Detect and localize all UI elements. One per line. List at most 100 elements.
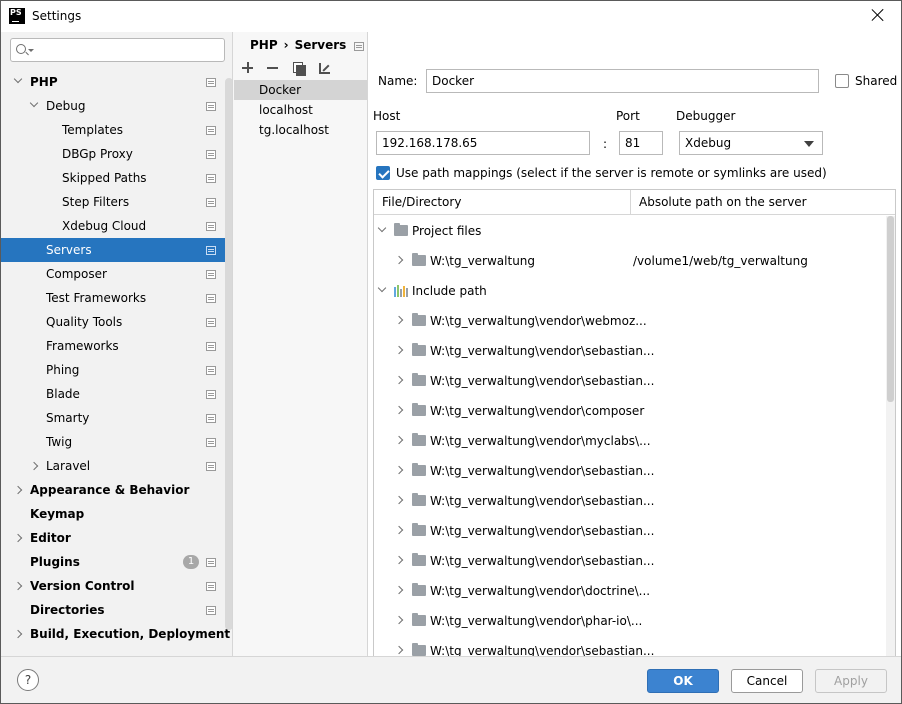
chevron-right-icon[interactable] [394, 435, 404, 445]
chevron-down-icon[interactable] [377, 283, 387, 293]
sidebar-item-keymap[interactable]: Keymap [1, 502, 232, 526]
sidebar-item-label: Test Frameworks [46, 291, 147, 305]
server-item-docker[interactable]: Docker [234, 80, 367, 100]
mapping-row[interactable]: W:\tg_verwaltung\vendor\sebastian... [374, 336, 884, 366]
sidebar-item-xdebug-cloud[interactable]: Xdebug Cloud [1, 214, 232, 238]
close-icon[interactable] [871, 8, 885, 22]
chevron-right-icon[interactable] [394, 315, 404, 325]
add-server-icon[interactable] [240, 60, 256, 76]
chevron-right-icon[interactable] [13, 581, 23, 591]
chevron-right-icon[interactable] [29, 461, 39, 471]
sidebar-item-directories[interactable]: Directories [1, 598, 232, 622]
sidebar-item-step-filters[interactable]: Step Filters [1, 190, 232, 214]
import-server-icon[interactable] [317, 60, 333, 76]
mapping-server-path[interactable]: /volume1/web/tg_verwaltung [633, 246, 808, 276]
chevron-right-icon[interactable] [394, 555, 404, 565]
chevron-right-icon[interactable] [394, 615, 404, 625]
mapping-group-row[interactable]: Include path [374, 276, 884, 306]
chevron-right-icon[interactable] [394, 405, 404, 415]
mapping-row[interactable]: W:\tg_verwaltung\vendor\sebastian... [374, 456, 884, 486]
copy-server-icon[interactable] [291, 60, 307, 76]
breadcrumb: PHP › Servers [250, 38, 346, 52]
sidebar-item-debug[interactable]: Debug [1, 94, 232, 118]
mapping-row[interactable]: W:\tg_verwaltung\vendor\sebastian... [374, 486, 884, 516]
server-name-input[interactable]: Docker [426, 69, 819, 93]
apply-button[interactable]: Apply [815, 669, 887, 693]
settings-search-input[interactable] [10, 38, 225, 62]
chevron-right-icon[interactable] [394, 525, 404, 535]
chevron-right-icon[interactable] [394, 465, 404, 475]
phpstorm-logo-icon: PS [9, 8, 25, 24]
chevron-down-icon[interactable] [13, 74, 23, 84]
sidebar-item-composer[interactable]: Composer [1, 262, 232, 286]
sidebar-item-build-execution-deployment[interactable]: Build, Execution, Deployment [1, 622, 232, 646]
chevron-right-icon[interactable] [394, 255, 404, 265]
shared-checkbox[interactable] [835, 74, 849, 88]
sidebar-item-php[interactable]: PHP [1, 70, 232, 94]
remove-server-icon[interactable] [265, 60, 281, 76]
project-scope-icon [206, 78, 216, 87]
sidebar-item-version-control[interactable]: Version Control [1, 574, 232, 598]
table-scrollbar-thumb[interactable] [887, 216, 894, 402]
sidebar-item-smarty[interactable]: Smarty [1, 406, 232, 430]
breadcrumb-current: Servers [294, 38, 347, 52]
sidebar-item-dbgp-proxy[interactable]: DBGp Proxy [1, 142, 232, 166]
mapping-group-row[interactable]: Project files [374, 216, 884, 246]
help-button[interactable]: ? [17, 669, 39, 691]
mapping-row[interactable]: W:\tg_verwaltung\vendor\sebastian... [374, 636, 884, 656]
server-item-localhost[interactable]: localhost [234, 100, 367, 120]
port-input[interactable]: 81 [619, 131, 663, 155]
sidebar-item-quality-tools[interactable]: Quality Tools [1, 310, 232, 334]
sidebar-item-skipped-paths[interactable]: Skipped Paths [1, 166, 232, 190]
sidebar-item-label: Smarty [46, 411, 90, 425]
project-scope-icon [354, 42, 364, 51]
server-item-tg-localhost[interactable]: tg.localhost [234, 120, 367, 140]
chevron-right-icon[interactable] [13, 629, 23, 639]
table-scrollbar[interactable] [886, 216, 895, 656]
use-path-mappings-checkbox[interactable] [376, 166, 390, 180]
cancel-button[interactable]: Cancel [731, 669, 803, 693]
chevron-right-icon[interactable] [13, 533, 23, 543]
column-absolute-path[interactable]: Absolute path on the server [630, 190, 886, 215]
chevron-right-icon[interactable] [394, 645, 404, 655]
mapping-row[interactable]: W:\tg_verwaltung\vendor\doctrine\... [374, 576, 884, 606]
chevron-down-icon[interactable] [29, 98, 39, 108]
mapping-local-path: Project files [412, 224, 482, 238]
sidebar-item-plugins[interactable]: Plugins 1 [1, 550, 232, 574]
mapping-row[interactable]: W:\tg_verwaltung\vendor\sebastian... [374, 516, 884, 546]
chevron-right-icon[interactable] [394, 585, 404, 595]
mapping-row[interactable]: W:\tg_verwaltung\vendor\phar-io\... [374, 606, 884, 636]
dropdown-arrow-icon [804, 141, 814, 147]
folder-icon [412, 373, 426, 386]
mapping-row[interactable]: W:\tg_verwaltung\vendor\sebastian... [374, 366, 884, 396]
mapping-row[interactable]: W:\tg_verwaltung\vendor\webmoz... [374, 306, 884, 336]
mapping-row[interactable]: W:\tg_verwaltung\vendor\myclabs\... [374, 426, 884, 456]
breadcrumb-parent[interactable]: PHP [250, 38, 278, 52]
sidebar-item-appearance-behavior[interactable]: Appearance & Behavior [1, 478, 232, 502]
chevron-right-icon[interactable] [394, 345, 404, 355]
sidebar-item-label: Xdebug Cloud [62, 219, 147, 233]
sidebar-item-twig[interactable]: Twig [1, 430, 232, 454]
chevron-right-icon[interactable] [394, 375, 404, 385]
search-options-caret-icon[interactable] [28, 49, 34, 52]
chevron-down-icon[interactable] [377, 223, 387, 233]
sidebar-scrollbar[interactable] [225, 78, 232, 630]
chevron-right-icon[interactable] [394, 495, 404, 505]
mapping-row[interactable]: W:\tg_verwaltung\vendor\composer [374, 396, 884, 426]
sidebar-item-test-frameworks[interactable]: Test Frameworks [1, 286, 232, 310]
sidebar-item-blade[interactable]: Blade [1, 382, 232, 406]
sidebar-item-label: Frameworks [46, 339, 119, 353]
host-input[interactable]: 192.168.178.65 [376, 131, 590, 155]
sidebar-item-templates[interactable]: Templates [1, 118, 232, 142]
chevron-right-icon[interactable] [13, 485, 23, 495]
debugger-select[interactable]: Xdebug [679, 131, 823, 155]
mapping-row[interactable]: W:\tg_verwaltung/volume1/web/tg_verwaltu… [374, 246, 884, 276]
sidebar-item-laravel[interactable]: Laravel [1, 454, 232, 478]
sidebar-item-editor[interactable]: Editor [1, 526, 232, 550]
sidebar-item-frameworks[interactable]: Frameworks [1, 334, 232, 358]
column-file-directory[interactable]: File/Directory [374, 190, 630, 215]
ok-button[interactable]: OK [647, 669, 719, 693]
sidebar-item-servers[interactable]: Servers [1, 238, 232, 262]
sidebar-item-phing[interactable]: Phing [1, 358, 232, 382]
mapping-row[interactable]: W:\tg_verwaltung\vendor\sebastian... [374, 546, 884, 576]
